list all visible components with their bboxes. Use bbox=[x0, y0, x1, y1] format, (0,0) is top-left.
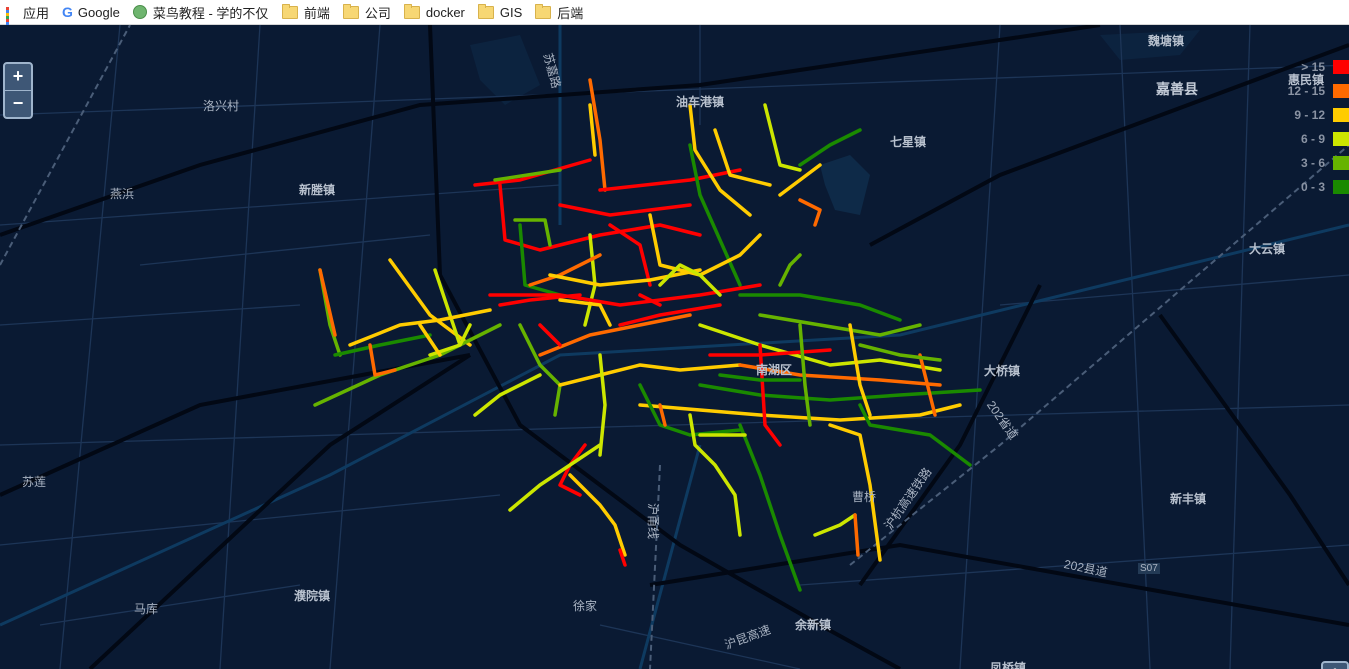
legend-label: 0 - 3 bbox=[1300, 180, 1325, 194]
traffic-segment bbox=[538, 323, 562, 347]
traffic-segment bbox=[558, 203, 692, 217]
bookmark-google[interactable]: G Google bbox=[56, 0, 127, 25]
traffic-segment bbox=[558, 363, 742, 387]
traffic-segment bbox=[418, 323, 442, 357]
legend-item: > 15 bbox=[1282, 55, 1349, 79]
bookmark-folder-company[interactable]: 公司 bbox=[337, 0, 398, 25]
traffic-segment bbox=[708, 348, 832, 357]
traffic-segment bbox=[688, 143, 742, 287]
legend-swatch bbox=[1333, 84, 1349, 98]
place-label: 余新镇 bbox=[795, 618, 832, 632]
place-label: 魏塘镇 bbox=[1148, 34, 1185, 48]
place-label: 七星镇 bbox=[890, 135, 927, 149]
folder-icon bbox=[281, 3, 298, 19]
place-label: 大云镇 bbox=[1249, 242, 1286, 256]
bookmark-folder-frontend[interactable]: 前端 bbox=[276, 0, 337, 25]
folder-icon bbox=[342, 3, 359, 19]
traffic-segment bbox=[508, 443, 602, 512]
traffic-segment bbox=[318, 268, 337, 337]
traffic-segment bbox=[813, 513, 857, 537]
folder-icon bbox=[535, 3, 552, 19]
traffic-segment bbox=[598, 353, 607, 457]
legend-label: 9 - 12 bbox=[1294, 108, 1325, 122]
place-label: 燕浜 bbox=[110, 187, 135, 201]
traffic-segment bbox=[388, 258, 472, 347]
place-label: 南湖区 bbox=[756, 363, 793, 377]
legend-item: 3 - 6 bbox=[1282, 151, 1349, 175]
zoom-control: + − bbox=[3, 62, 33, 119]
bookmark-label: 后端 bbox=[557, 5, 584, 21]
map-canvas[interactable]: 魏塘镇 嘉善县 惠民镇 七星镇 大云镇 油车港镇 洛兴村 新塍镇 燕浜 苏嘉路 … bbox=[0, 25, 1349, 669]
traffic-segment bbox=[518, 223, 562, 297]
place-label: 马库 bbox=[134, 602, 159, 616]
traffic-segment bbox=[688, 103, 752, 217]
place-label: 嘉善县 bbox=[1156, 81, 1198, 97]
folder-icon bbox=[477, 3, 494, 19]
zoom-in-button[interactable]: + bbox=[5, 64, 31, 91]
legend-item: 12 - 15 bbox=[1282, 79, 1349, 103]
traffic-segment bbox=[583, 233, 597, 327]
legend-swatch bbox=[1333, 60, 1349, 74]
traffic-segment bbox=[568, 473, 627, 557]
traffic-segment bbox=[528, 253, 602, 287]
bookmark-label: GIS bbox=[499, 4, 523, 20]
bookmark-label: 应用 bbox=[23, 5, 50, 21]
folder-icon bbox=[403, 3, 420, 19]
bookmark-label: 公司 bbox=[364, 5, 391, 21]
place-label: 沪甬线 bbox=[646, 503, 660, 540]
legend-label: > 15 bbox=[1301, 60, 1325, 74]
traffic-segment bbox=[713, 128, 772, 187]
place-label: 苏莲 bbox=[22, 475, 47, 489]
traffic-segment bbox=[858, 343, 942, 362]
legend-swatch bbox=[1333, 156, 1349, 170]
zoom-out-button[interactable]: − bbox=[5, 91, 31, 117]
bookmark-runoob[interactable]: 菜鸟教程 - 学的不仅是 bbox=[127, 0, 276, 25]
place-label: 曹桥 bbox=[852, 490, 877, 504]
traffic-segment bbox=[698, 323, 942, 372]
legend-swatch bbox=[1333, 108, 1349, 122]
bookmark-label: 菜鸟教程 - 学的不仅是 bbox=[152, 5, 269, 21]
place-label: S07 bbox=[1138, 563, 1160, 574]
traffic-segment bbox=[648, 213, 762, 277]
traffic-segment bbox=[498, 183, 702, 252]
traffic-segment bbox=[548, 268, 702, 287]
legend-label: 3 - 6 bbox=[1300, 156, 1325, 170]
legend-swatch bbox=[1333, 132, 1349, 146]
apps-grid-icon bbox=[6, 6, 17, 34]
traffic-segment bbox=[798, 198, 822, 227]
water-bodies bbox=[470, 30, 1200, 215]
bookmark-label: docker bbox=[425, 4, 465, 20]
bookmark-apps[interactable]: 应用 bbox=[0, 0, 56, 34]
traffic-segment bbox=[618, 303, 722, 327]
bookmarks-bar: 应用 G Google 菜鸟教程 - 学的不仅是 前端 公司 docker GI… bbox=[0, 0, 1349, 34]
legend-item: 0 - 3 bbox=[1282, 175, 1349, 199]
place-label: 新塍镇 bbox=[299, 183, 336, 197]
traffic-segment bbox=[853, 513, 860, 557]
legend-swatch bbox=[1333, 180, 1349, 194]
bookmark-label: Google bbox=[77, 4, 120, 20]
place-label: 濮院镇 bbox=[294, 589, 331, 603]
traffic-legend: > 15 12 - 15 9 - 12 6 - 9 3 - 6 0 - 3 bbox=[1282, 55, 1349, 199]
legend-item: 9 - 12 bbox=[1282, 103, 1349, 127]
bookmark-folder-backend[interactable]: 后端 bbox=[529, 0, 590, 25]
runoob-icon bbox=[132, 5, 147, 19]
bookmark-folder-gis[interactable]: GIS bbox=[472, 0, 529, 25]
google-icon: G bbox=[62, 4, 73, 20]
legend-label: 12 - 15 bbox=[1287, 84, 1325, 98]
place-label: 凤桥镇 bbox=[990, 661, 1027, 669]
traffic-segment bbox=[698, 383, 982, 402]
bookmark-label: 前端 bbox=[303, 5, 330, 21]
place-label: 大桥镇 bbox=[984, 364, 1021, 378]
info-button[interactable]: i bbox=[1321, 661, 1349, 669]
legend-item: 6 - 9 bbox=[1282, 127, 1349, 151]
place-label: 洛兴村 bbox=[203, 99, 240, 113]
place-label: 新丰镇 bbox=[1170, 492, 1207, 506]
traffic-segment bbox=[763, 103, 802, 172]
place-label: 徐家 bbox=[573, 599, 598, 613]
bookmark-folder-docker[interactable]: docker bbox=[398, 0, 472, 25]
traffic-segment bbox=[778, 253, 802, 287]
legend-label: 6 - 9 bbox=[1300, 132, 1325, 146]
place-label: 油车港镇 bbox=[676, 95, 725, 109]
